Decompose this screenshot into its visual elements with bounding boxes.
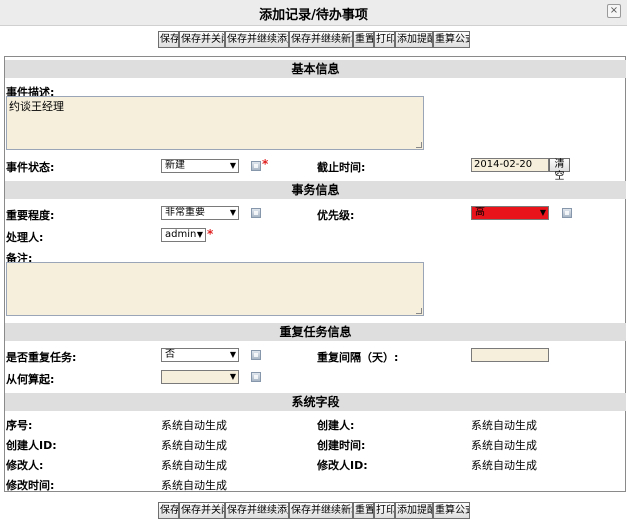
remark-textarea[interactable] [6, 262, 424, 316]
priority-select[interactable]: 高 ▼ [471, 206, 549, 220]
required-mark: * [262, 157, 269, 171]
status-select[interactable]: 新建 ▼ [161, 159, 239, 173]
priority-label: 优先级: [317, 209, 355, 222]
section-business-info: 事务信息 [5, 181, 626, 199]
status-label: 事件状态: [6, 161, 55, 174]
handler-select[interactable]: admin ▼ [161, 228, 206, 242]
importance-label: 重要程度: [6, 209, 55, 222]
save-and-continue-new-button[interactable]: 保存并继续新增 [289, 502, 353, 519]
add-reminder-button[interactable]: 添加提醒 [395, 502, 433, 519]
section-basic-info: 基本信息 [5, 60, 626, 78]
importance-value: 非常重要 [165, 207, 205, 218]
chevron-down-icon: ▼ [539, 208, 546, 217]
description-textarea[interactable]: 约谈王经理 [6, 96, 424, 150]
add-reminder-button[interactable]: 添加提醒 [395, 31, 433, 48]
recalculate-formula-button[interactable]: 重算公式 [433, 502, 470, 519]
section-system-fields: 系统字段 [5, 393, 626, 411]
creator-value: 系统自动生成 [471, 419, 537, 432]
save-button[interactable]: 保存 [158, 502, 179, 519]
priority-options-icon[interactable] [562, 208, 572, 218]
save-and-continue-new-button[interactable]: 保存并继续新增 [289, 31, 353, 48]
required-mark: * [207, 227, 214, 241]
description-value: 约谈王经理 [9, 100, 64, 113]
is-repeat-value: 否 [165, 349, 175, 360]
start-options-icon[interactable] [251, 372, 261, 382]
save-and-close-button[interactable]: 保存并关闭 [179, 502, 225, 519]
save-and-continue-add-button[interactable]: 保存并继续添加 [225, 31, 289, 48]
save-and-close-button[interactable]: 保存并关闭 [179, 31, 225, 48]
priority-value: 高 [475, 207, 485, 218]
create-time-label: 创建时间: [317, 439, 366, 452]
is-repeat-select[interactable]: 否 ▼ [161, 348, 239, 362]
interval-label: 重复间隔（天）: [317, 351, 399, 364]
modify-time-value: 系统自动生成 [161, 479, 227, 492]
resize-grip-icon[interactable] [416, 142, 422, 148]
importance-options-icon[interactable] [251, 208, 261, 218]
creator-id-label: 创建人ID: [6, 439, 57, 452]
creator-id-value: 系统自动生成 [161, 439, 227, 452]
modify-time-label: 修改时间: [6, 479, 55, 492]
modifier-id-label: 修改人ID: [317, 459, 368, 472]
handler-label: 处理人: [6, 231, 44, 244]
deadline-input[interactable]: 2014-02-20 [471, 158, 549, 172]
reset-button[interactable]: 重置 [353, 502, 374, 519]
start-label: 从何算起: [6, 373, 55, 386]
chevron-down-icon: ▼ [229, 350, 236, 359]
close-icon[interactable]: × [607, 4, 621, 18]
modifier-label: 修改人: [6, 459, 44, 472]
id-value: 系统自动生成 [161, 419, 227, 432]
section-repeat-info: 重复任务信息 [5, 323, 626, 341]
deadline-label: 截止时间: [317, 161, 366, 174]
chevron-down-icon: ▼ [229, 372, 236, 381]
top-toolbar: 保存 保存并关闭 保存并继续添加 保存并继续新增 重置 打印 添加提醒 重算公式 [158, 31, 470, 48]
status-value: 新建 [165, 160, 185, 171]
resize-grip-icon[interactable] [416, 308, 422, 314]
chevron-down-icon: ▼ [229, 161, 236, 170]
modifier-id-value: 系统自动生成 [471, 459, 537, 472]
interval-input[interactable] [471, 348, 549, 362]
save-and-continue-add-button[interactable]: 保存并继续添加 [225, 502, 289, 519]
clear-deadline-button[interactable]: 清空 [549, 158, 570, 182]
id-label: 序号: [6, 419, 33, 432]
window-titlebar: 添加记录/待办事项 × [0, 0, 627, 26]
handler-value: admin [165, 229, 197, 240]
status-options-icon[interactable] [251, 161, 261, 171]
reset-button[interactable]: 重置 [353, 31, 374, 48]
bottom-toolbar: 保存 保存并关闭 保存并继续添加 保存并继续新增 重置 打印 添加提醒 重算公式 [158, 502, 470, 519]
start-select[interactable]: ▼ [161, 370, 239, 384]
is-repeat-label: 是否重复任务: [6, 351, 77, 364]
print-button[interactable]: 打印 [374, 31, 395, 48]
save-button[interactable]: 保存 [158, 31, 179, 48]
chevron-down-icon: ▼ [196, 230, 203, 239]
create-time-value: 系统自动生成 [471, 439, 537, 452]
chevron-down-icon: ▼ [229, 208, 236, 217]
print-button[interactable]: 打印 [374, 502, 395, 519]
importance-select[interactable]: 非常重要 ▼ [161, 206, 239, 220]
is-repeat-options-icon[interactable] [251, 350, 261, 360]
creator-label: 创建人: [317, 419, 355, 432]
recalculate-formula-button[interactable]: 重算公式 [433, 31, 470, 48]
window-title: 添加记录/待办事项 [259, 8, 368, 23]
modifier-value: 系统自动生成 [161, 459, 227, 472]
